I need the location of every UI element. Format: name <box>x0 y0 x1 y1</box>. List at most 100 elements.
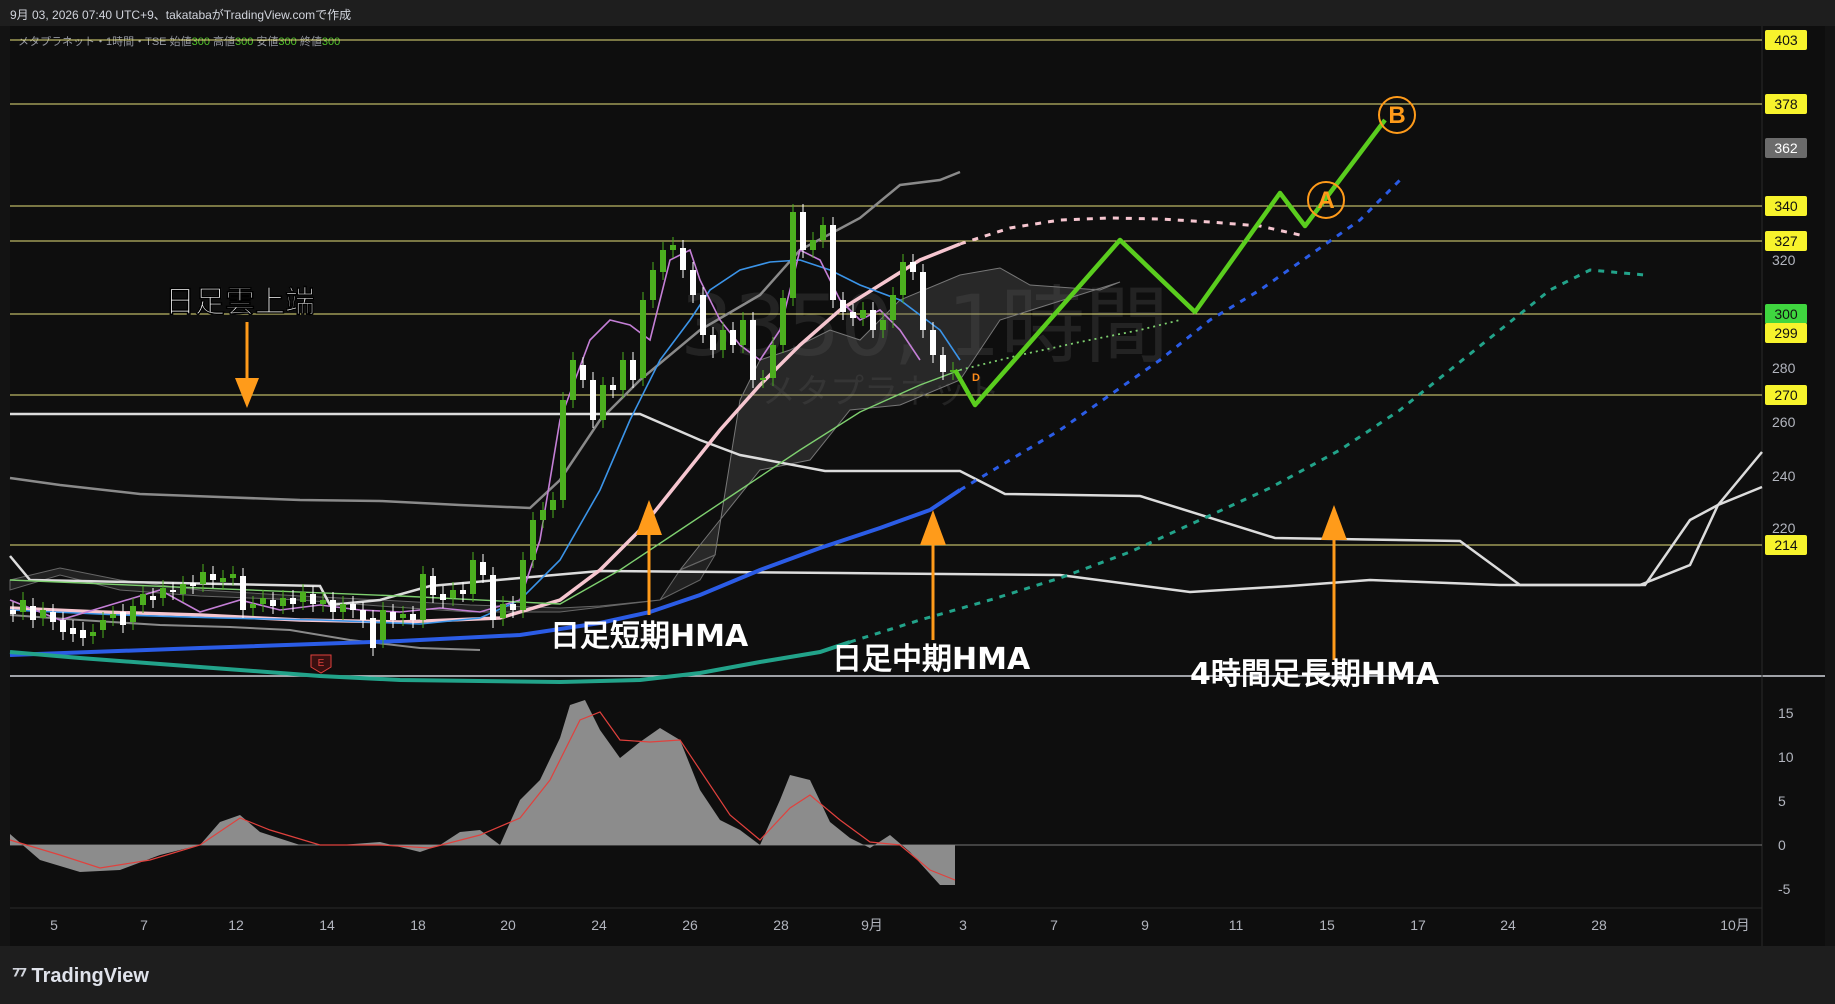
candle-body-30 <box>310 594 316 604</box>
candle-body-58 <box>590 380 596 420</box>
candle-body-34 <box>350 604 356 610</box>
price-tag-text-270: 270 <box>1774 387 1798 403</box>
candle-body-79 <box>800 212 806 250</box>
time-tick-4: 18 <box>410 917 426 933</box>
price-tick-280: 280 <box>1772 360 1796 376</box>
price-tick-240: 240 <box>1772 468 1796 484</box>
dividend-marker[interactable]: D <box>972 372 980 384</box>
candle-body-19 <box>200 572 206 584</box>
candle-body-7 <box>80 630 86 638</box>
candle-body-4 <box>50 612 56 622</box>
osc-tick-10: 10 <box>1778 749 1794 765</box>
annotation-short-hma: 日足短期HMA <box>550 619 749 654</box>
candle-body-87 <box>880 320 886 330</box>
candle-body-23 <box>240 576 246 610</box>
candle-body-86 <box>870 310 876 330</box>
candle-body-81 <box>820 225 826 240</box>
candle-body-85 <box>860 310 866 318</box>
candle-body-29 <box>300 592 306 602</box>
earnings-marker[interactable]: E <box>310 654 332 674</box>
time-tick-3: 14 <box>319 917 335 933</box>
candle-body-93 <box>940 355 946 372</box>
candle-body-80 <box>810 240 816 250</box>
candle-body-67 <box>680 248 686 270</box>
tradingview-logo[interactable]: ⁷⁷ TradingView <box>12 964 149 988</box>
price-tag-299: 299 <box>1765 323 1807 343</box>
time-axis[interactable]: 5 7 12 14 18 20 24 26 28 9月 3 7 9 11 15 17 24 28 10月 <box>50 917 1750 933</box>
candle-body-26 <box>270 600 276 606</box>
time-tick-0: 5 <box>50 917 58 933</box>
candle-body-62 <box>630 360 636 380</box>
candle-body-28 <box>290 598 296 604</box>
candle-body-72 <box>730 330 736 345</box>
candle-body-51 <box>520 560 526 610</box>
candle-body-42 <box>430 576 436 595</box>
chart-svg[interactable]: 3350, 1時間 メタプラネット A B E D 日足雲上端 日足短期HMA … <box>0 0 1835 1004</box>
candle-body-40 <box>410 614 416 620</box>
candle-body-33 <box>340 604 346 612</box>
candle-body-61 <box>620 360 626 390</box>
tradingview-brand: TradingView <box>31 964 149 987</box>
time-tick-1: 7 <box>140 917 148 933</box>
candle-body-71 <box>720 330 726 350</box>
candle-body-9 <box>100 620 106 630</box>
time-tick-17: 28 <box>1591 917 1607 933</box>
price-tag-text-403: 403 <box>1774 32 1798 48</box>
candle-body-3 <box>40 610 46 618</box>
candle-body-70 <box>710 335 716 350</box>
price-tag-text-378: 378 <box>1774 96 1798 112</box>
candle-body-56 <box>570 360 576 400</box>
time-tick-13: 11 <box>1229 917 1244 933</box>
candle-body-53 <box>540 510 546 520</box>
candle-body-17 <box>180 584 186 594</box>
candle-body-36 <box>370 618 376 648</box>
candle-body-21 <box>220 578 226 582</box>
earnings-marker-text: E <box>318 658 325 669</box>
candle-body-18 <box>190 583 196 586</box>
candle-body-37 <box>380 610 386 640</box>
candle-body-1 <box>20 600 26 612</box>
time-tick-8: 28 <box>773 917 789 933</box>
oscillator-axis[interactable]: 15 10 5 0 -5 <box>1778 705 1794 897</box>
candle-body-76 <box>770 345 776 378</box>
price-tag-text-299: 299 <box>1774 325 1798 341</box>
time-tick-5: 20 <box>500 917 516 933</box>
price-axis[interactable]: 320 280 260 240 220 403 378 362 340 327 300 299 270 2… <box>1765 30 1807 555</box>
price-tag-362: 362 <box>1765 138 1807 158</box>
candle-body-84 <box>850 312 856 318</box>
candle-body-8 <box>90 632 96 636</box>
time-tick-2: 12 <box>228 917 244 933</box>
candle-body-57 <box>580 365 586 380</box>
price-tag-text-340: 340 <box>1774 198 1798 214</box>
candle-body-45 <box>460 590 466 594</box>
candle-body-46 <box>470 560 476 594</box>
candle-body-91 <box>920 272 926 330</box>
candle-body-20 <box>210 574 216 580</box>
price-tick-320: 320 <box>1772 252 1796 268</box>
candle-body-25 <box>260 598 266 604</box>
candle-body-32 <box>330 600 336 612</box>
candle-body-6 <box>70 628 76 634</box>
wave-label-b: B <box>1378 96 1416 134</box>
candle-body-49 <box>500 604 506 618</box>
annotation-cloud-top: 日足雲上端 <box>165 285 315 320</box>
candle-body-15 <box>160 588 166 598</box>
price-tag-text-327: 327 <box>1774 233 1798 249</box>
candle-body-66 <box>670 245 676 250</box>
price-tag-text-300: 300 <box>1774 306 1798 322</box>
oscillator-area <box>10 700 955 885</box>
footer-bar <box>0 946 1835 1004</box>
price-tick-260: 260 <box>1772 414 1796 430</box>
candle-body-68 <box>690 270 696 295</box>
candle-body-65 <box>660 250 666 272</box>
price-tag-214: 214 <box>1765 535 1807 555</box>
candle-body-31 <box>320 600 326 604</box>
time-tick-15: 17 <box>1410 917 1426 933</box>
candle-body-52 <box>530 520 536 560</box>
candle-body-60 <box>610 385 616 390</box>
candle-body-16 <box>170 590 176 592</box>
candle-body-89 <box>900 262 906 295</box>
wave-label-a-text: A <box>1317 187 1334 214</box>
time-tick-12: 9 <box>1141 917 1149 933</box>
candle-body-50 <box>510 604 516 610</box>
